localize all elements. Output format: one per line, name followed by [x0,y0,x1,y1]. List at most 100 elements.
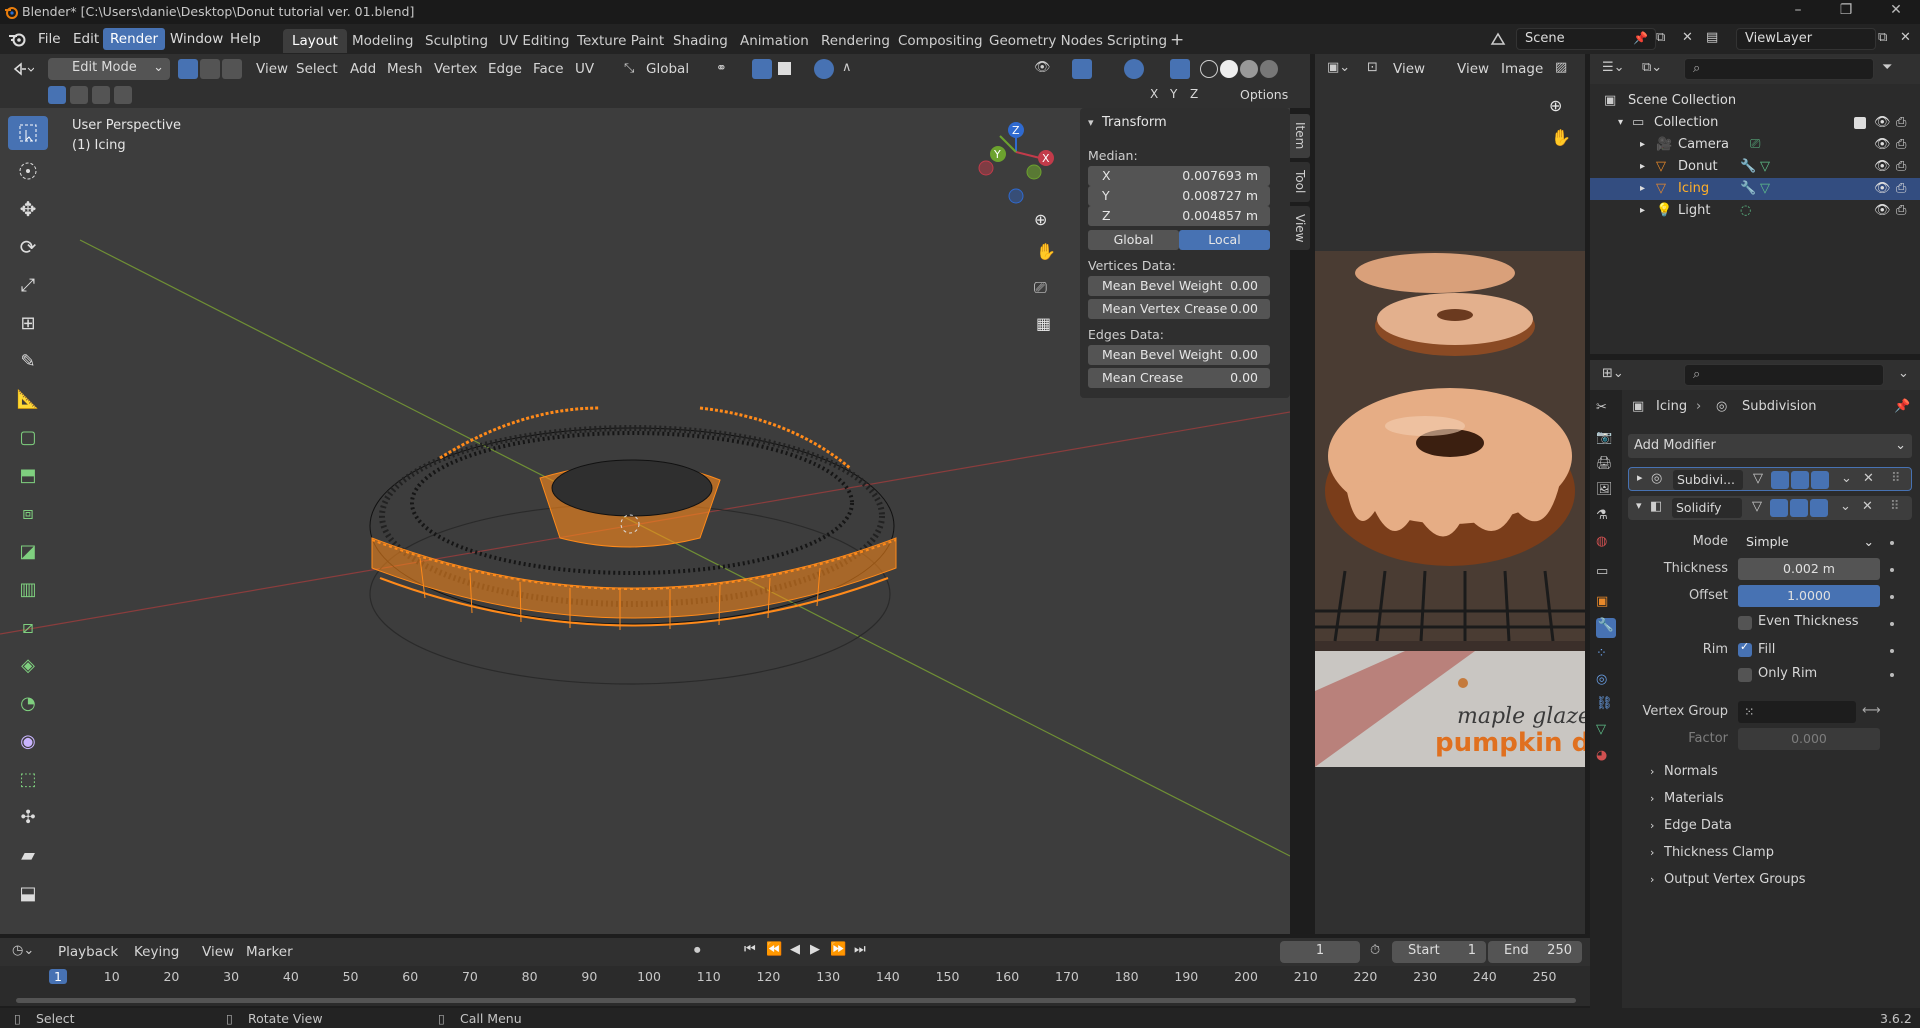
cage-toggle-icon[interactable] [1770,499,1788,517]
pivot-icon[interactable]: ⚭ [716,61,727,76]
snap-target-icon[interactable] [778,62,791,75]
minimize-icon[interactable]: – [1788,2,1808,22]
collection-row[interactable]: ▾ ▭ Collection 👁 ⎙ [1590,112,1920,134]
viewport-toggle-icon[interactable] [1791,471,1809,489]
start-frame-field[interactable]: Start 1 [1392,941,1486,963]
camera-eye-icon[interactable]: 👁 [1874,134,1891,156]
camera-view-icon[interactable]: ⎚ [1034,278,1047,298]
material-shading-icon[interactable] [1240,60,1258,78]
modifier-solidify-header[interactable]: ▾ ◧ Solidify ▽ ⌄ ✕ ⠿ [1628,496,1912,520]
camera-render-icon[interactable]: ⎙ [1896,134,1906,156]
frame-ruler[interactable]: 1 10 20 30 40 50 60 70 80 90 100 110 120 130 140 150 160… [0,966,1590,988]
render-toggle-icon[interactable] [1811,471,1829,489]
frame-label[interactable]: 100 [637,969,661,984]
image-menu-image[interactable]: Image [1495,58,1549,80]
mean-crease-field[interactable]: Mean Crease 0.00 [1088,368,1270,388]
play-icon[interactable]: ▶ [810,942,820,957]
menu-help[interactable]: Help [223,28,268,50]
vp-menu-add[interactable]: Add [344,58,382,80]
gizmo-x-label[interactable]: X [1042,152,1050,165]
transform-header[interactable]: Transform [1102,115,1167,130]
frame-label[interactable]: 240 [1473,969,1497,984]
sidebar-tab-item[interactable]: Item [1290,114,1310,158]
new-view-layer-icon[interactable]: ⧉ [1878,30,1887,45]
frame-label[interactable]: 150 [936,969,960,984]
outliner-item-donut[interactable]: ▸ ▽ Donut 🔧 ▽ 👁 ⎙ [1590,156,1920,178]
close-icon[interactable]: ✕ [1886,2,1906,22]
viewport-toggle-icon[interactable] [1790,499,1808,517]
icing-eye-icon[interactable]: 👁 [1874,178,1891,200]
select-box-mode-2[interactable] [70,86,88,104]
menu-render[interactable]: Render [103,28,166,50]
wireframe-shading-icon[interactable] [1200,60,1218,78]
sidebar-tab-view[interactable]: View [1290,206,1310,250]
proportional-edit-icon[interactable] [814,59,834,79]
median-x-field[interactable]: X 0.007693 m [1088,166,1270,186]
thickness-field[interactable]: 0.002 m [1738,558,1880,580]
frame-label[interactable]: 80 [522,969,538,984]
smooth-tool[interactable]: ◉ [8,724,48,758]
mirror-x-label[interactable]: X [1150,87,1158,101]
solid-shading-icon[interactable] [1220,60,1238,78]
scene-collection-row[interactable]: ▣ Scene Collection [1590,90,1920,112]
snap-icon[interactable] [752,59,772,79]
modifier-menu-icon[interactable]: ⌄ [1840,499,1851,514]
jump-keyframe-forward-icon[interactable]: ⏩ [830,942,846,957]
mode-keyframe-dot[interactable] [1890,541,1894,545]
offset-keyframe-dot[interactable] [1890,595,1894,599]
frame-label[interactable]: 20 [163,969,179,984]
annotate-tool[interactable]: ✎ [8,344,48,378]
image-editor-type-icon[interactable]: ▣⌄ [1327,60,1350,75]
properties-type-icon[interactable]: ⊞⌄ [1602,366,1624,381]
tab-animation[interactable]: Animation [731,29,818,53]
poly-build-tool[interactable]: ◈ [8,648,48,682]
frame-label[interactable]: 40 [283,969,299,984]
sidebar-tab-tool[interactable]: Tool [1290,162,1310,202]
record-icon[interactable]: ⏺ [694,943,701,958]
drag-handle-icon[interactable]: ⠿ [1891,471,1901,486]
pan-icon[interactable]: ✋ [1036,242,1056,261]
rip-tool[interactable]: ⬓ [8,876,48,910]
gizmo-icon[interactable] [1072,59,1092,79]
tab-sculpting[interactable]: Sculpting [416,29,497,53]
rim-fill-checkbox[interactable]: ✓ [1738,640,1752,657]
editmode-toggle-icon[interactable]: ▽ [1753,471,1763,486]
output-tab-icon[interactable]: 🖨 [1596,456,1616,476]
menu-file[interactable]: File [31,28,68,50]
frame-label[interactable]: 180 [1115,969,1139,984]
constraints-tab-icon[interactable]: ⛓ [1596,696,1616,716]
preview-range-icon[interactable]: ⏱ [1370,943,1380,958]
loop-cut-tool[interactable]: ▥ [8,572,48,606]
timeline-scrollbar[interactable] [16,998,1576,1003]
materials-subpanel[interactable]: › Materials [1628,787,1912,811]
remove-modifier-icon[interactable]: ✕ [1862,499,1873,514]
jump-end-icon[interactable]: ⏭ [854,942,866,957]
filter-icon[interactable]: ⏷ [1882,60,1892,75]
mirror-z-label[interactable]: Z [1190,87,1198,101]
frame-label[interactable]: 30 [223,969,239,984]
subdivision-name-field[interactable]: Subdivi... [1673,470,1743,490]
normals-subpanel[interactable]: › Normals [1628,760,1912,784]
transform-tool[interactable]: ⊞ [8,306,48,340]
collection-expand-icon[interactable]: ▾ [1618,112,1623,134]
options-button[interactable]: Options [1240,87,1288,102]
view-layer-tab-icon[interactable]: 🖼 [1596,482,1616,502]
outliner-search-input[interactable]: ⌕ [1684,58,1874,80]
frame-label[interactable]: 200 [1234,969,1258,984]
timeline-menu-keying[interactable]: Keying [128,941,185,963]
tool-tab-icon[interactable]: ✂ [1596,400,1616,420]
light-render-icon[interactable]: ⎙ [1896,200,1906,222]
editor-type-icon[interactable] [12,61,34,77]
face-select-button[interactable] [222,59,242,79]
fill-keyframe-dot[interactable] [1890,649,1894,653]
bevel-tool[interactable]: ◪ [8,534,48,568]
pin-icon[interactable]: 📌 [1894,399,1910,414]
vertex-group-field[interactable]: ⁙ [1738,701,1856,723]
cursor-tool[interactable] [8,154,48,188]
world-tab-icon[interactable]: ◍ [1596,534,1616,554]
even-thickness-keyframe-dot[interactable] [1890,622,1894,626]
frame-label[interactable]: 1 [49,969,67,984]
vp-menu-uv[interactable]: UV [569,58,600,80]
image-editor-canvas[interactable]: ⊕ ✋ maple glazed pumpkin donut [1315,84,1585,934]
local-toggle[interactable]: Local [1179,230,1270,250]
